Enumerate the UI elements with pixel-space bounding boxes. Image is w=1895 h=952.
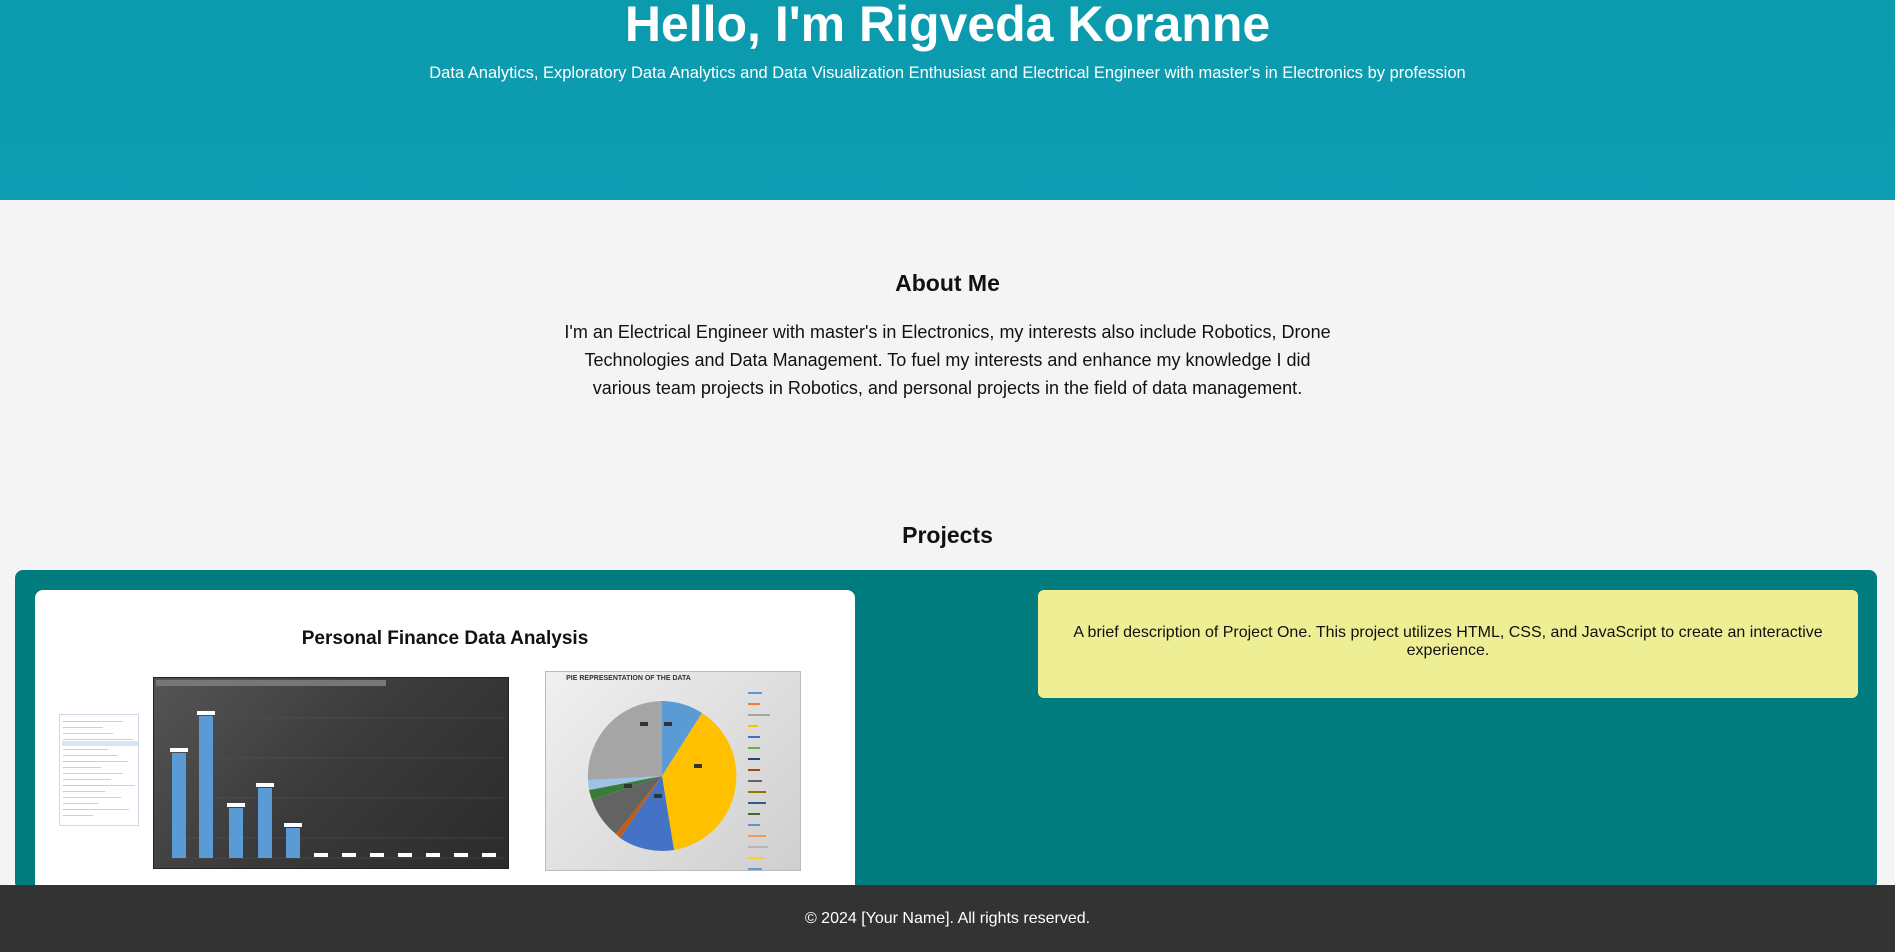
hero-subtitle: Data Analytics, Exploratory Data Analyti… xyxy=(429,64,1466,82)
projects-title: Projects xyxy=(902,522,993,548)
filter-list-screenshot xyxy=(59,714,139,826)
bar-1 xyxy=(172,753,186,858)
bar-5 xyxy=(286,828,300,858)
hero-header: Hello, I'm Rigveda Koranne Data Analytic… xyxy=(0,0,1895,200)
pie-chart-graphic xyxy=(587,692,770,870)
project-description-text: A brief description of Project One. This… xyxy=(1073,624,1823,659)
project-card-personal-finance[interactable]: Personal Finance Data Analysis PIE REPRE… xyxy=(35,590,855,890)
project-description-card: A brief description of Project One. This… xyxy=(1038,590,1858,698)
bar-chart-graphic xyxy=(164,711,504,859)
about-text: I'm an Electrical Engineer with master's… xyxy=(564,322,1331,398)
bar-3 xyxy=(229,808,243,858)
projects-panel: Personal Finance Data Analysis PIE REPRE… xyxy=(15,570,1877,890)
about-title: About Me xyxy=(895,270,1000,296)
footer-text: © 2024 [Your Name]. All rights reserved. xyxy=(804,910,1091,927)
bar-chart-screenshot xyxy=(153,677,509,869)
pie-chart-screenshot: PIE REPRESENTATION OF THE DATA xyxy=(545,671,801,871)
bar-4 xyxy=(258,788,272,858)
project-card-title: Personal Finance Data Analysis xyxy=(301,628,589,649)
page-footer: © 2024 [Your Name]. All rights reserved. xyxy=(0,885,1895,952)
bar-2 xyxy=(199,716,213,858)
hero-title: Hello, I'm Rigveda Koranne xyxy=(624,0,1271,52)
